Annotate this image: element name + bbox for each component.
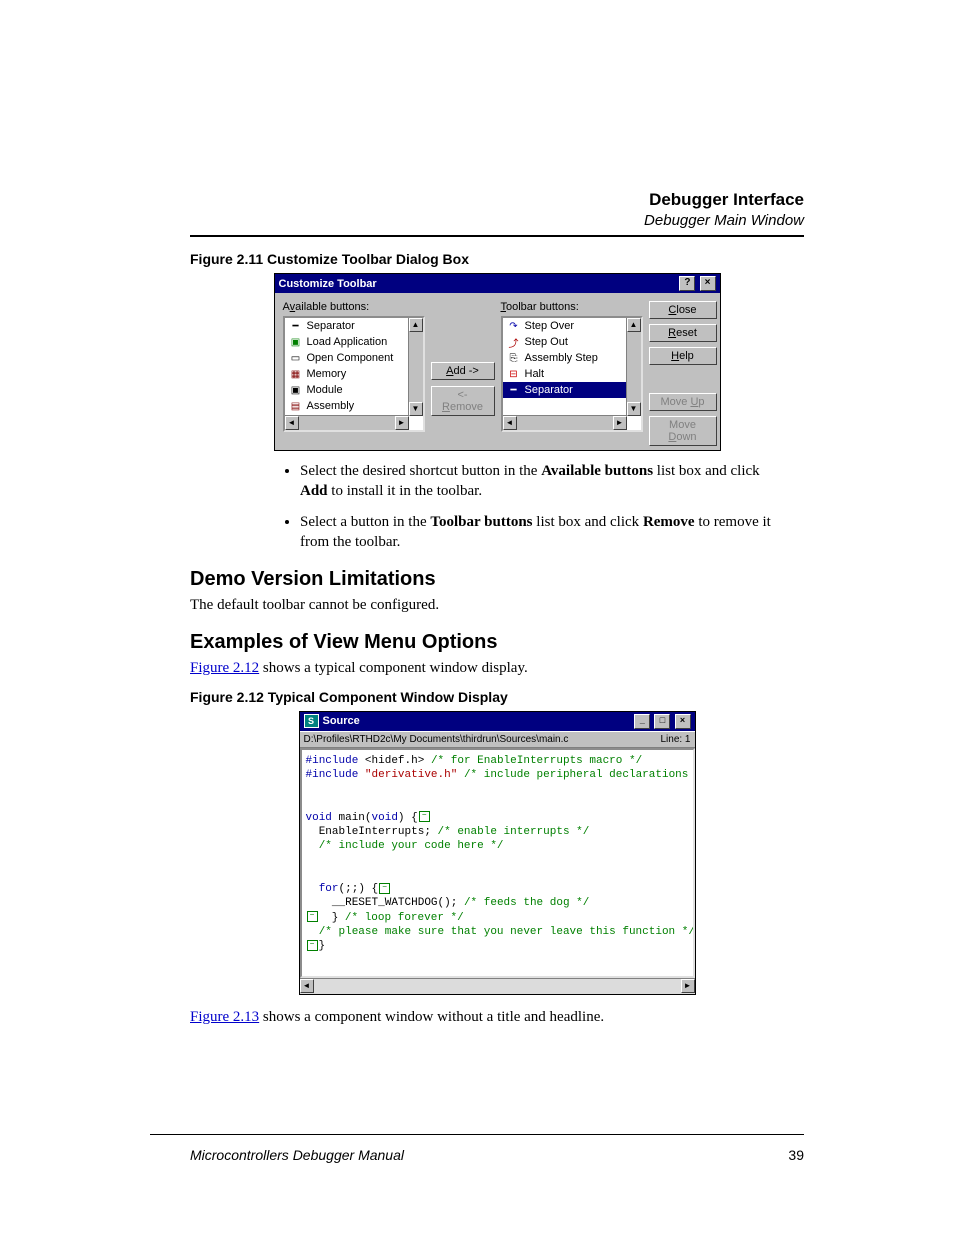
instruction-list: Select the desired shortcut button in th… [300,461,804,552]
fold-marker-icon[interactable]: − [379,883,390,894]
horizontal-scrollbar[interactable]: ◄ ► [300,978,695,994]
toolbar-listbox[interactable]: ↷Step Over ⤴Step Out ⎘Assembly Step ⊟Hal… [501,316,643,432]
bullet-item: Select a button in the Toolbar buttons l… [300,512,784,553]
list-item[interactable]: Separator [525,384,573,396]
move-down-button[interactable]: Move Down [649,416,717,446]
list-item[interactable]: Module [307,384,343,396]
move-up-button[interactable]: Move Up [649,393,717,411]
header-rule [190,235,804,237]
list-item[interactable]: Memory [307,368,347,380]
figure-caption-1: Figure 2.11 Customize Toolbar Dialog Box [190,251,804,267]
close-icon[interactable]: × [700,276,716,291]
available-label: Available buttons: [283,301,425,313]
header-subtitle: Debugger Main Window [190,212,804,229]
remove-button[interactable]: <- Remove [431,386,495,416]
load-app-icon: ▣ [288,335,304,349]
open-component-icon: ▭ [288,351,304,365]
reset-button[interactable]: Reset [649,324,717,342]
dialog-title-text: Customize Toolbar [279,278,377,290]
module-icon: ▣ [288,383,304,397]
separator-icon: ━ [506,383,522,397]
list-item[interactable]: Halt [525,368,545,380]
maximize-icon[interactable]: □ [654,714,670,729]
close-icon[interactable]: × [675,714,691,729]
source-path: D:\Profiles\RTHD2c\My Documents\thirdrun… [304,734,569,745]
list-item[interactable]: Step Out [525,336,568,348]
list-item[interactable]: Separator [307,320,355,332]
halt-icon: ⊟ [506,367,522,381]
source-window: S Source _ □ × D:\Profiles\RTHD2c\My Doc… [299,711,696,995]
fold-marker-icon[interactable]: − [307,911,318,922]
body-text: Figure 2.12 shows a typical component wi… [190,658,804,678]
list-item[interactable]: Load Application [307,336,388,348]
section-heading-examples: Examples of View Menu Options [190,631,804,654]
assembly-step-icon: ⎘ [506,351,522,365]
dialog-titlebar[interactable]: Customize Toolbar ? × [275,274,720,293]
source-line: Line: 1 [660,734,690,745]
figure-link[interactable]: Figure 2.13 [190,1009,259,1025]
figure-link[interactable]: Figure 2.12 [190,660,259,676]
source-code[interactable]: #include <hidef.h> /* for EnableInterrup… [300,748,695,978]
section-heading-demo: Demo Version Limitations [190,568,804,591]
step-over-icon: ↷ [506,319,522,333]
figure-caption-2: Figure 2.12 Typical Component Window Dis… [190,689,804,705]
header-title: Debugger Interface [190,190,804,210]
list-item[interactable]: Assembly Step [525,352,598,364]
source-icon: S [304,714,319,728]
minimize-icon[interactable]: _ [634,714,650,729]
toolbar-label: Toolbar buttons: [501,301,643,313]
scroll-left-icon[interactable]: ◄ [285,416,299,430]
scroll-right-icon[interactable]: ► [613,416,627,430]
assembly-icon: ▤ [288,399,304,413]
bullet-item: Select the desired shortcut button in th… [300,461,784,502]
footer-rule [150,1134,804,1135]
fold-marker-icon[interactable]: − [419,811,430,822]
source-title-text: Source [323,715,360,727]
list-item[interactable]: Step Over [525,320,575,332]
scroll-down-icon[interactable]: ▼ [627,402,641,416]
help-button[interactable]: Help [649,347,717,365]
scroll-right-icon[interactable]: ► [395,416,409,430]
scroll-down-icon[interactable]: ▼ [409,402,423,416]
list-item[interactable]: Open Component [307,352,394,364]
customize-toolbar-dialog: Customize Toolbar ? × Available buttons:… [274,273,721,451]
source-titlebar[interactable]: S Source _ □ × [300,712,695,731]
add-button[interactable]: Add -> [431,362,495,380]
help-icon[interactable]: ? [679,276,695,291]
body-text: The default toolbar cannot be configured… [190,595,804,615]
body-text: Figure 2.13 shows a component window wit… [190,1007,804,1027]
close-button[interactable]: Close [649,301,717,319]
scroll-left-icon[interactable]: ◄ [300,979,314,993]
memory-icon: ▦ [288,367,304,381]
separator-icon: ━ [288,319,304,333]
fold-marker-icon[interactable]: − [307,940,318,951]
scroll-up-icon[interactable]: ▲ [627,318,641,332]
step-out-icon: ⤴ [506,335,522,349]
available-listbox[interactable]: ━Separator ▣Load Application ▭Open Compo… [283,316,425,432]
scroll-right-icon[interactable]: ► [681,979,695,993]
footer-left: Microcontrollers Debugger Manual [190,1147,404,1163]
scroll-left-icon[interactable]: ◄ [503,416,517,430]
scroll-up-icon[interactable]: ▲ [409,318,423,332]
list-item[interactable]: Assembly [307,400,355,412]
page-number: 39 [788,1147,804,1163]
